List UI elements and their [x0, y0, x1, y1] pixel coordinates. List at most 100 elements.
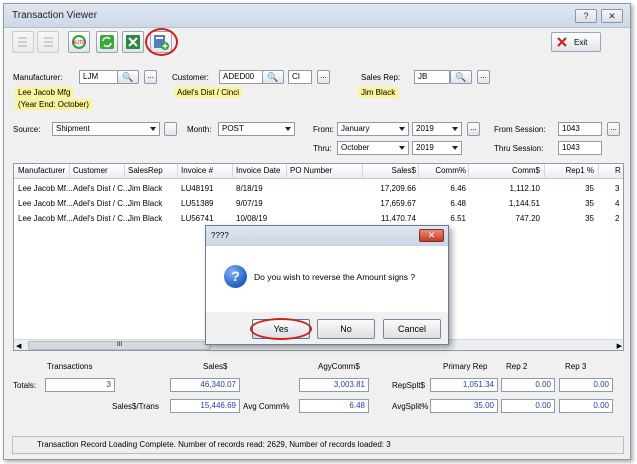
- session-more-button[interactable]: ...: [607, 122, 620, 136]
- from-month-select[interactable]: January: [337, 122, 409, 136]
- cell-customer: Adel's Dist / C...: [73, 199, 130, 208]
- cell-comm-pct: 6.51: [450, 214, 466, 223]
- col-rep1-pct[interactable]: Rep1 %: [544, 166, 594, 175]
- col-manufacturer[interactable]: Manufacturer: [18, 166, 65, 175]
- source-value: Shipment: [56, 124, 90, 133]
- month-select[interactable]: POST: [218, 122, 295, 136]
- totals-label: Totals:: [13, 381, 37, 390]
- col-comm-amount[interactable]: Comm$: [468, 166, 540, 175]
- rep2-label: Rep 2: [506, 362, 528, 371]
- manufacturer-more-button[interactable]: ...: [144, 70, 157, 84]
- exit-button[interactable]: Exit: [551, 32, 601, 52]
- cell-manufacturer: Lee Jacob Mf...: [18, 199, 73, 208]
- binoculars-icon: 🔍: [267, 72, 279, 82]
- excel-export-button[interactable]: [122, 31, 144, 53]
- from-more-button[interactable]: ...: [467, 122, 480, 136]
- scroll-thumb[interactable]: III: [28, 341, 211, 350]
- sales-label: Sales$: [203, 362, 228, 371]
- from-month-value: January: [341, 124, 370, 133]
- svg-text:AUTO: AUTO: [72, 40, 86, 46]
- cell-sales: 11,470.74: [381, 214, 416, 223]
- thru-label: Thru:: [313, 144, 332, 153]
- cell-r: 2: [615, 214, 620, 223]
- source-blank-button[interactable]: [164, 122, 177, 136]
- chevron-down-icon: [285, 127, 291, 131]
- cell-invoice-number: LU48191: [181, 184, 214, 193]
- cell-rep1-pct: 35: [585, 214, 594, 223]
- from-session-input[interactable]: 1043: [558, 122, 602, 136]
- refresh-button[interactable]: [96, 31, 118, 53]
- avg-comm-label: Avg Comm%: [243, 402, 290, 411]
- manufacturer-lookup-button[interactable]: 🔍: [117, 70, 139, 84]
- cell-comm-amount: 747.20: [515, 214, 540, 223]
- dialog-close-button[interactable]: ✕: [419, 229, 444, 242]
- source-select[interactable]: Shipment: [52, 122, 160, 136]
- no-button[interactable]: No: [317, 319, 375, 339]
- cell-salesrep: Jim Black: [128, 184, 163, 193]
- cell-manufacturer: Lee Jacob Mf...: [18, 184, 73, 193]
- cell-manufacturer: Lee Jacob Mf...: [18, 214, 73, 223]
- rep3-total: 0.00: [559, 378, 613, 392]
- customer-input[interactable]: ADED00: [219, 70, 263, 84]
- salesrep-lookup-button[interactable]: 🔍: [450, 70, 472, 84]
- exit-label: Exit: [574, 37, 588, 47]
- cell-comm-pct: 6.48: [450, 199, 466, 208]
- month-value: POST: [222, 124, 244, 133]
- salesrep-more-button[interactable]: ...: [477, 70, 490, 84]
- col-po-number[interactable]: PO Number: [290, 166, 332, 175]
- title-bar: Transaction Viewer ? ✕: [4, 4, 630, 28]
- last-record-button[interactable]: [37, 31, 59, 53]
- scroll-left-icon[interactable]: ◀: [16, 342, 21, 350]
- repsplit-label: RepSplt$: [392, 381, 425, 390]
- cell-invoice-number: LU56741: [181, 214, 214, 223]
- question-icon: ?: [224, 265, 247, 288]
- customer-more-button[interactable]: ...: [317, 70, 330, 84]
- thru-month-value: October: [341, 143, 370, 152]
- cell-sales: 17,209.66: [380, 184, 416, 193]
- col-customer[interactable]: Customer: [73, 166, 108, 175]
- salesrep-name: Jim Black: [358, 87, 399, 98]
- thru-session-input[interactable]: 1043: [558, 141, 602, 155]
- cell-salesrep: Jim Black: [128, 214, 163, 223]
- close-x-icon: [557, 37, 567, 47]
- cancel-button[interactable]: Cancel: [383, 319, 441, 339]
- chevron-down-icon: [150, 127, 156, 131]
- window-close-button[interactable]: ✕: [601, 9, 623, 23]
- salesrep-input[interactable]: JB: [414, 70, 450, 84]
- chevron-down-icon: [452, 146, 458, 150]
- col-invoice-number[interactable]: Invoice #: [181, 166, 213, 175]
- col-salesrep[interactable]: SalesRep: [128, 166, 163, 175]
- cell-rep1-pct: 35: [585, 184, 594, 193]
- first-record-button[interactable]: [12, 31, 34, 53]
- cell-invoice-date: 9/07/19: [236, 199, 263, 208]
- avgsplit-label: AvgSplit%: [392, 402, 429, 411]
- rep2-split-value: 0.00: [501, 399, 555, 413]
- customer-label: Customer:: [172, 73, 209, 82]
- col-invoice-date[interactable]: Invoice Date: [236, 166, 280, 175]
- cell-invoice-number: LU51389: [181, 199, 214, 208]
- cell-r: 3: [615, 184, 620, 193]
- auto-button[interactable]: AUTO: [68, 31, 90, 53]
- cell-customer: Adel's Dist / C...: [73, 214, 130, 223]
- help-button[interactable]: ?: [575, 9, 597, 23]
- customer-lookup-button[interactable]: 🔍: [262, 70, 284, 84]
- transactions-label: Transactions: [47, 362, 93, 371]
- from-year-select[interactable]: 2019: [412, 122, 462, 136]
- thru-year-select[interactable]: 2019: [412, 141, 462, 155]
- cell-invoice-date: 8/18/19: [236, 184, 263, 193]
- manufacturer-input[interactable]: LJM: [79, 70, 119, 84]
- cell-comm-amount: 1,112.10: [509, 184, 540, 193]
- scroll-right-icon[interactable]: ▶: [617, 342, 622, 350]
- confirm-dialog: ???? ✕ ? Do you wish to reverse the Amou…: [205, 225, 449, 345]
- month-label: Month:: [187, 125, 212, 134]
- thru-month-select[interactable]: October: [337, 141, 409, 155]
- col-r[interactable]: R: [615, 166, 621, 175]
- col-sales[interactable]: Sales$: [366, 166, 416, 175]
- list-first-icon: [18, 37, 27, 47]
- col-comm-pct[interactable]: Comm%: [418, 166, 466, 175]
- binoculars-icon: 🔍: [455, 72, 467, 82]
- customer-suffix-input[interactable]: CI: [288, 70, 312, 84]
- yes-highlight-ring: [250, 318, 312, 340]
- manufacturer-name: Lee Jacob Mfg: [15, 87, 74, 98]
- cell-r: 4: [615, 199, 620, 208]
